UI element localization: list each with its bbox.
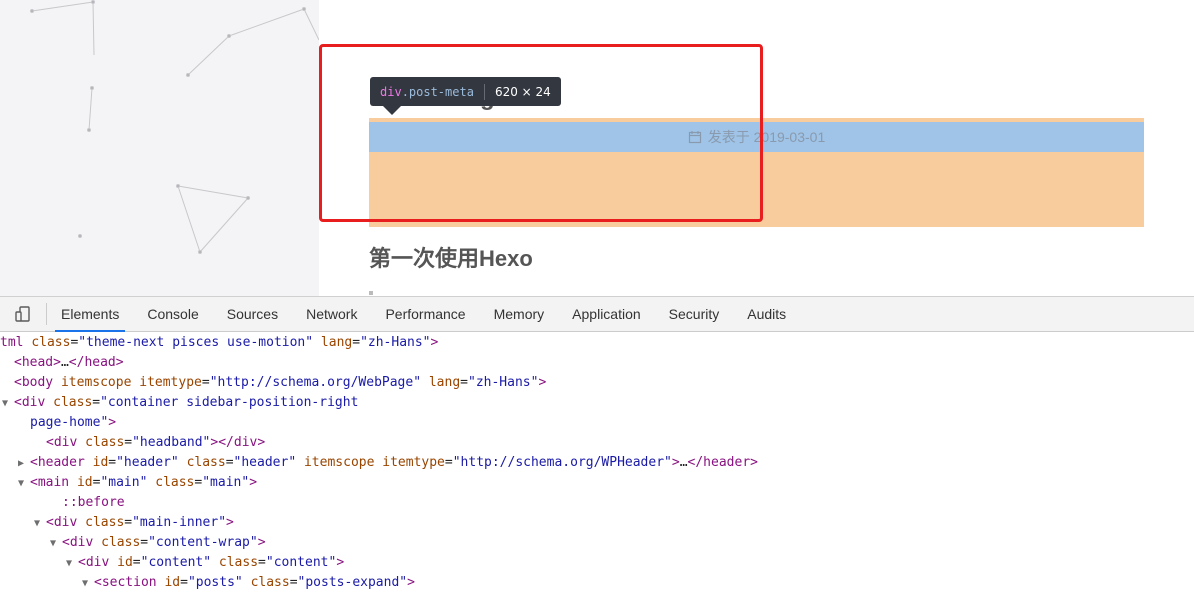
tab-audits[interactable]: Audits [733, 297, 800, 331]
particle-background [0, 0, 319, 296]
tooltip-class: .post-meta [401, 84, 474, 99]
tab-console[interactable]: Console [133, 297, 212, 331]
dom-node-markup: ::before [62, 495, 125, 510]
devtools-tabs: Elements Console Sources Network Performance… [47, 297, 800, 332]
tooltip-separator [483, 83, 485, 100]
device-icon [15, 306, 30, 322]
expand-triangle-icon[interactable]: ▼ [18, 474, 30, 494]
dom-tree-node[interactable]: ▼ <div id="content" class="content"> [0, 553, 1194, 573]
expand-triangle-icon[interactable]: ▼ [2, 394, 14, 414]
dom-tree-node[interactable]: ▼ <div class="content-wrap"> [0, 533, 1194, 553]
tooltip-size: 620 × 24 [494, 84, 551, 99]
dom-tree-node[interactable]: <body itemscope itemtype="http://schema.… [0, 373, 1194, 393]
dom-node-markup: <div class="main-inner"> [46, 515, 234, 530]
dom-node-markup: <section id="posts" class="posts-expand"… [94, 575, 415, 590]
dom-tree-node[interactable]: ▼ <div class="container sidebar-position-… [0, 393, 1194, 413]
tab-performance[interactable]: Performance [371, 297, 479, 331]
dom-tree-node[interactable]: ▼ <section id="posts" class="posts-expand… [0, 573, 1194, 593]
content-marker [369, 291, 373, 295]
particle-lines [30, 0, 319, 254]
dom-node-markup: <div class="headband"></div> [46, 435, 266, 450]
tab-elements[interactable]: Elements [47, 297, 133, 332]
expand-triangle-icon[interactable]: ▶ [18, 454, 30, 474]
tab-sources[interactable]: Sources [213, 297, 292, 331]
dom-node-markup: page-home"> [30, 415, 117, 430]
tab-security[interactable]: Security [655, 297, 734, 331]
dom-tree-node[interactable]: ▼ <main id="main" class="main"> [0, 473, 1194, 493]
dom-tree-node[interactable]: tml class="theme-next pisces use-motion"… [0, 333, 1194, 353]
dom-tree-node[interactable]: <head>…</head> [0, 353, 1194, 373]
dom-node-markup: <header id="header" class="header" items… [30, 455, 758, 470]
tooltip-arrow [383, 106, 401, 115]
dom-node-markup: <div id="content" class="content"> [78, 555, 345, 570]
devtools-toolbar: Elements Console Sources Network Performance… [0, 297, 1194, 332]
dom-tree-node[interactable]: ▼ <div class="main-inner"> [0, 513, 1194, 533]
expand-triangle-icon[interactable]: ▼ [66, 554, 78, 574]
post-title[interactable]: 第一次使用Hexo [369, 241, 533, 273]
devtools-panel: Elements Console Sources Network Performance… [0, 296, 1194, 596]
device-toolbar-icon[interactable] [0, 303, 47, 325]
dom-node-markup: <head>…</head> [14, 355, 124, 370]
dom-tree-node[interactable]: page-home"> [0, 413, 1194, 433]
dom-node-markup: <div class="container sidebar-position-r… [14, 395, 359, 410]
dom-node-markup: <body itemscope itemtype="http://schema.… [14, 375, 547, 390]
dom-tree-node[interactable]: ▶ <header id="header" class="header" item… [0, 453, 1194, 473]
page-viewport: g 发表于 2019-03-01 第一次使用Hexo div.post-meta… [0, 0, 1194, 296]
dom-node-markup: <main id="main" class="main"> [30, 475, 258, 490]
dom-tree-node[interactable]: ::before [0, 493, 1194, 513]
tab-application[interactable]: Application [558, 297, 655, 331]
dom-node-markup: tml class="theme-next pisces use-motion"… [0, 335, 439, 350]
dom-tree: tml class="theme-next pisces use-motion"… [0, 333, 1194, 596]
tab-network[interactable]: Network [292, 297, 371, 331]
expand-triangle-icon[interactable]: ▼ [50, 534, 62, 554]
highlight-annotation [319, 44, 763, 222]
dom-node-markup: <div class="content-wrap"> [62, 535, 266, 550]
tooltip-tag: div [380, 84, 402, 99]
tab-memory[interactable]: Memory [480, 297, 559, 331]
expand-triangle-icon[interactable]: ▼ [34, 514, 46, 534]
dom-tree-node[interactable]: <div class="headband"></div> [0, 433, 1194, 453]
inspect-tooltip: div .post-meta 620 × 24 [370, 77, 561, 106]
expand-triangle-icon[interactable]: ▼ [82, 574, 94, 594]
